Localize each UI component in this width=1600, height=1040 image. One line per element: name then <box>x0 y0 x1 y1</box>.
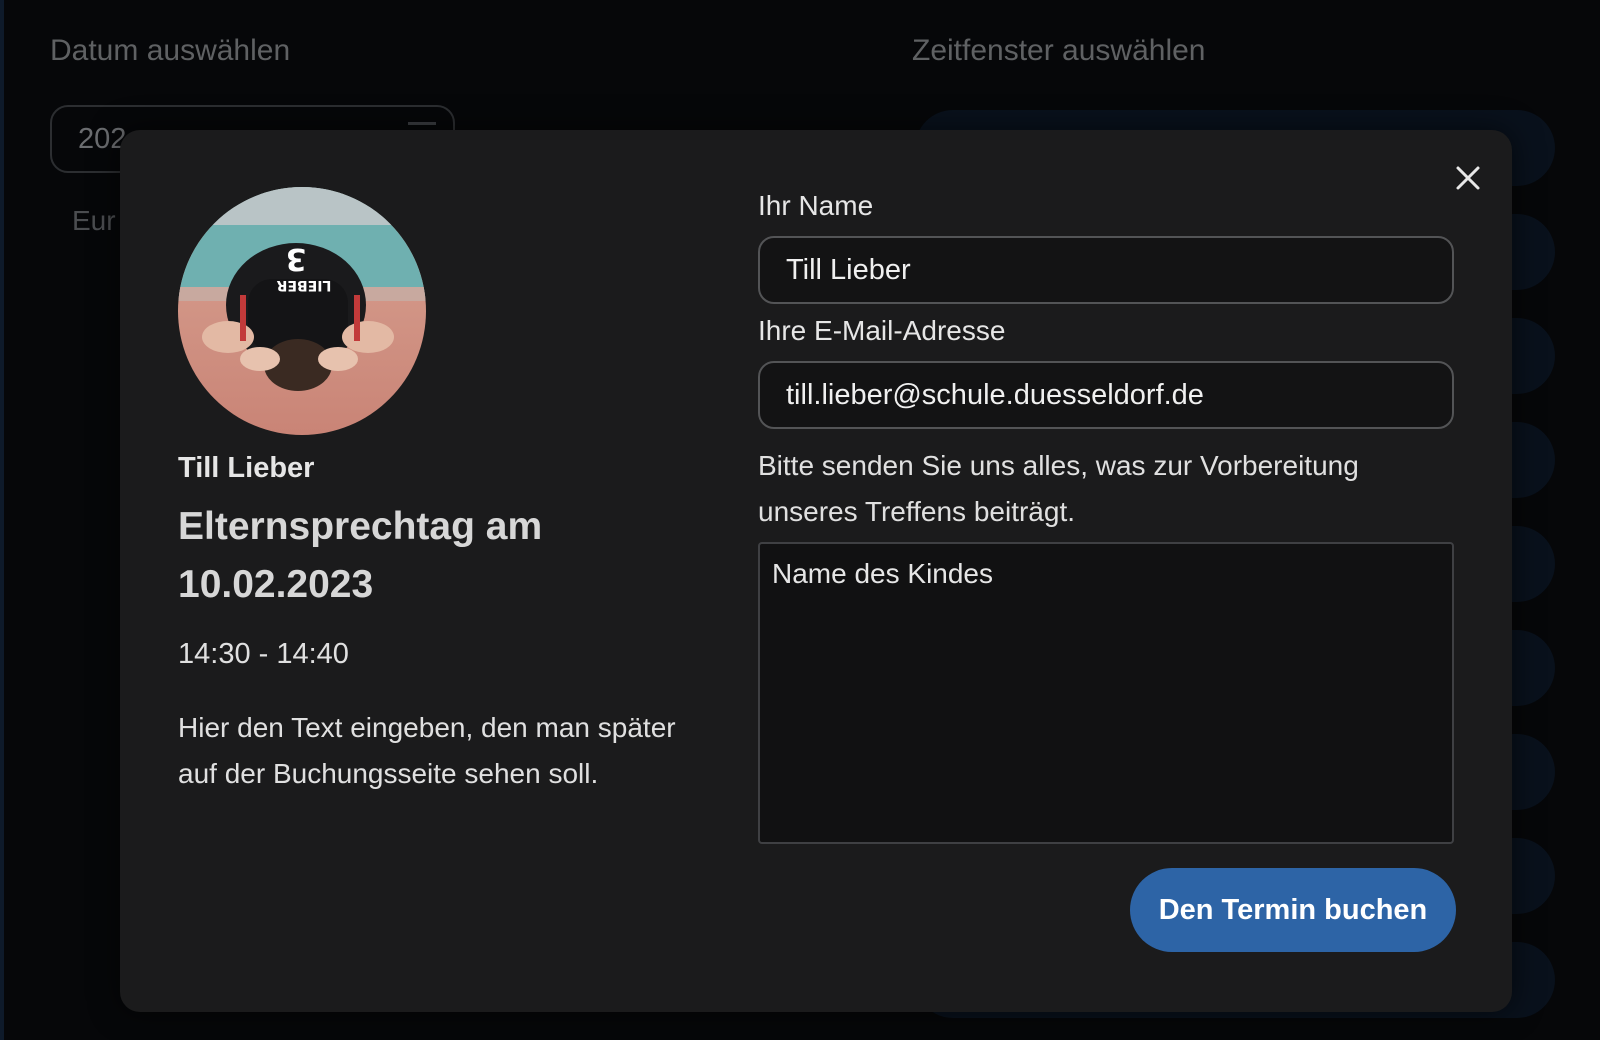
book-appointment-button[interactable]: Den Termin buchen <box>1130 868 1456 952</box>
appointment-time: 14:30 - 14:40 <box>178 638 349 670</box>
notes-hint: Bitte senden Sie uns alles, was zur Vorb… <box>758 450 1359 527</box>
organizer-name: Till Lieber <box>178 452 315 484</box>
svg-text:3: 3 <box>286 241 307 276</box>
event-title: Elternsprechtag am 10.02.2023 <box>178 505 543 606</box>
timezone-label: Eur <box>72 205 116 236</box>
booking-modal: 3 LIEBER Till Lieber Elternsprechtag am … <box>120 130 1512 1012</box>
date-section-label: Datum auswählen <box>50 34 291 67</box>
name-input[interactable] <box>758 236 1454 304</box>
email-field-label: Ihre E-Mail-Adresse <box>758 315 1006 346</box>
event-description: Hier den Text eingeben, den man später a… <box>178 712 676 789</box>
svg-text:LIEBER: LIEBER <box>276 277 331 293</box>
close-button[interactable] <box>1450 160 1486 196</box>
organizer-avatar: 3 LIEBER <box>178 187 426 435</box>
email-input[interactable] <box>758 361 1454 429</box>
background-edge <box>0 0 4 1040</box>
close-icon <box>1456 166 1480 190</box>
booking-page: Datum auswählen 202 Eur Zeitfenster ausw… <box>0 0 1600 1040</box>
time-slot-section-label: Zeitfenster auswählen <box>912 34 1206 67</box>
name-field-label: Ihr Name <box>758 190 874 221</box>
notes-textarea[interactable]: Name des Kindes <box>758 542 1454 844</box>
